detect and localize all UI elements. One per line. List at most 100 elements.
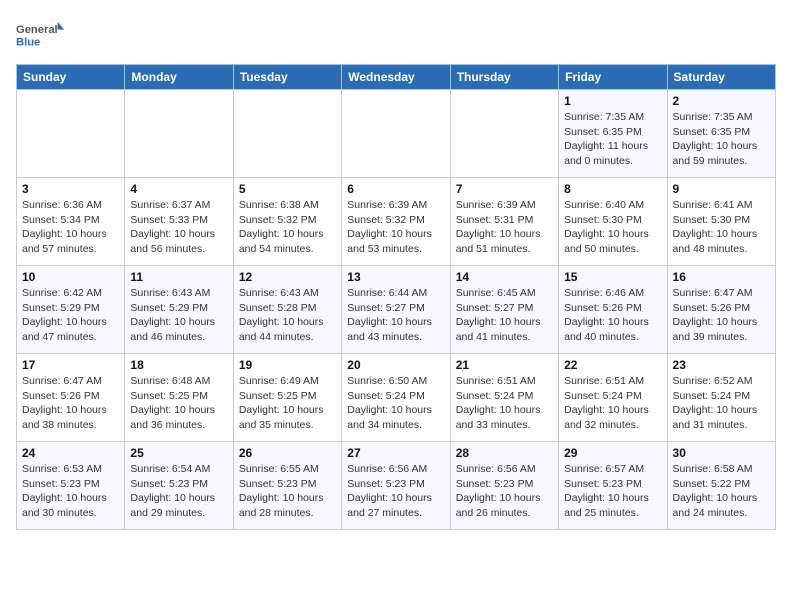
calendar-cell: 1 Sunrise: 7:35 AM Sunset: 6:35 PM Daylig… — [559, 90, 667, 178]
calendar-cell: 13Sunrise: 6:44 AM Sunset: 5:27 PM Dayli… — [342, 266, 450, 354]
day-info: Sunrise: 6:39 AM Sunset: 5:31 PM Dayligh… — [456, 198, 553, 257]
day-info: Sunrise: 6:52 AM Sunset: 5:24 PM Dayligh… — [673, 374, 770, 433]
day-number: 28 — [456, 446, 553, 460]
day-info: Sunrise: 6:47 AM Sunset: 5:26 PM Dayligh… — [673, 286, 770, 345]
calendar-cell: 6 Sunrise: 6:39 AM Sunset: 5:32 PM Daylig… — [342, 178, 450, 266]
calendar-cell: 29Sunrise: 6:57 AM Sunset: 5:23 PM Dayli… — [559, 442, 667, 530]
svg-text:Blue: Blue — [16, 37, 40, 49]
calendar-cell: 27 Sunrise: 6:56 AM Sunset: 5:23 PM Dayli… — [342, 442, 450, 530]
calendar-cell: 3Sunrise: 6:36 AM Sunset: 5:34 PM Daylig… — [17, 178, 125, 266]
day-number: 4 — [130, 182, 227, 196]
weekday-header-row: SundayMondayTuesdayWednesdayThursdayFrid… — [17, 65, 776, 90]
day-number: 2 — [673, 94, 770, 108]
day-info: Sunrise: 6:40 AM Sunset: 5:30 PM Dayligh… — [564, 198, 661, 257]
day-info: Sunrise: 6:58 AM Sunset: 5:22 PM Dayligh… — [673, 462, 770, 521]
calendar-cell: 24 Sunrise: 6:53 AM Sunset: 5:23 PM Dayli… — [17, 442, 125, 530]
week-row-2: 3Sunrise: 6:36 AM Sunset: 5:34 PM Daylig… — [17, 178, 776, 266]
calendar-cell: 5 Sunrise: 6:38 AM Sunset: 5:32 PM Daylig… — [233, 178, 341, 266]
day-info: Sunrise: 6:53 AM Sunset: 5:23 PM Dayligh… — [22, 462, 119, 521]
svg-text:General: General — [16, 24, 58, 36]
calendar-cell: 28 Sunrise: 6:56 AM Sunset: 5:23 PM Dayli… — [450, 442, 558, 530]
day-info: Sunrise: 6:41 AM Sunset: 5:30 PM Dayligh… — [673, 198, 770, 257]
calendar-cell: 8Sunrise: 6:40 AM Sunset: 5:30 PM Daylig… — [559, 178, 667, 266]
day-info: Sunrise: 6:56 AM Sunset: 5:23 PM Dayligh… — [347, 462, 444, 521]
day-info: Sunrise: 6:43 AM Sunset: 5:29 PM Dayligh… — [130, 286, 227, 345]
calendar-cell — [342, 90, 450, 178]
day-info: Sunrise: 6:51 AM Sunset: 5:24 PM Dayligh… — [456, 374, 553, 433]
calendar-cell: 20Sunrise: 6:50 AM Sunset: 5:24 PM Dayli… — [342, 354, 450, 442]
calendar-cell: 19 Sunrise: 6:49 AM Sunset: 5:25 PM Dayli… — [233, 354, 341, 442]
calendar-cell: 11 Sunrise: 6:43 AM Sunset: 5:29 PM Dayli… — [125, 266, 233, 354]
day-number: 29 — [564, 446, 661, 460]
day-info: Sunrise: 7:35 AM Sunset: 6:35 PM Dayligh… — [564, 110, 661, 169]
day-info: Sunrise: 6:48 AM Sunset: 5:25 PM Dayligh… — [130, 374, 227, 433]
day-number: 27 — [347, 446, 444, 460]
day-number: 23 — [673, 358, 770, 372]
day-number: 19 — [239, 358, 336, 372]
day-number: 16 — [673, 270, 770, 284]
day-number: 18 — [130, 358, 227, 372]
day-info: Sunrise: 6:37 AM Sunset: 5:33 PM Dayligh… — [130, 198, 227, 257]
calendar-cell: 2 Sunrise: 7:35 AM Sunset: 6:35 PM Daylig… — [667, 90, 775, 178]
weekday-header-wednesday: Wednesday — [342, 65, 450, 90]
day-number: 15 — [564, 270, 661, 284]
calendar-cell: 16 Sunrise: 6:47 AM Sunset: 5:26 PM Dayli… — [667, 266, 775, 354]
day-number: 9 — [673, 182, 770, 196]
calendar-cell: 17 Sunrise: 6:47 AM Sunset: 5:26 PM Dayli… — [17, 354, 125, 442]
calendar-cell: 18 Sunrise: 6:48 AM Sunset: 5:25 PM Dayli… — [125, 354, 233, 442]
day-number: 5 — [239, 182, 336, 196]
day-info: Sunrise: 6:50 AM Sunset: 5:24 PM Dayligh… — [347, 374, 444, 433]
calendar-cell: 22 Sunrise: 6:51 AM Sunset: 5:24 PM Dayli… — [559, 354, 667, 442]
day-info: Sunrise: 6:56 AM Sunset: 5:23 PM Dayligh… — [456, 462, 553, 521]
calendar-cell: 4 Sunrise: 6:37 AM Sunset: 5:33 PM Daylig… — [125, 178, 233, 266]
day-info: Sunrise: 6:43 AM Sunset: 5:28 PM Dayligh… — [239, 286, 336, 345]
calendar-cell: 15 Sunrise: 6:46 AM Sunset: 5:26 PM Dayli… — [559, 266, 667, 354]
weekday-header-saturday: Saturday — [667, 65, 775, 90]
day-info: Sunrise: 6:49 AM Sunset: 5:25 PM Dayligh… — [239, 374, 336, 433]
day-number: 21 — [456, 358, 553, 372]
day-number: 30 — [673, 446, 770, 460]
calendar-cell — [233, 90, 341, 178]
weekday-header-sunday: Sunday — [17, 65, 125, 90]
day-info: Sunrise: 6:46 AM Sunset: 5:26 PM Dayligh… — [564, 286, 661, 345]
calendar-cell: 26Sunrise: 6:55 AM Sunset: 5:23 PM Dayli… — [233, 442, 341, 530]
day-info: Sunrise: 6:39 AM Sunset: 5:32 PM Dayligh… — [347, 198, 444, 257]
calendar-table: SundayMondayTuesdayWednesdayThursdayFrid… — [16, 64, 776, 530]
calendar-cell: 14Sunrise: 6:45 AM Sunset: 5:27 PM Dayli… — [450, 266, 558, 354]
day-info: Sunrise: 7:35 AM Sunset: 6:35 PM Dayligh… — [673, 110, 770, 169]
day-info: Sunrise: 6:42 AM Sunset: 5:29 PM Dayligh… — [22, 286, 119, 345]
day-info: Sunrise: 6:54 AM Sunset: 5:23 PM Dayligh… — [130, 462, 227, 521]
week-row-4: 17 Sunrise: 6:47 AM Sunset: 5:26 PM Dayli… — [17, 354, 776, 442]
calendar-cell — [17, 90, 125, 178]
day-number: 6 — [347, 182, 444, 196]
calendar-cell: 12Sunrise: 6:43 AM Sunset: 5:28 PM Dayli… — [233, 266, 341, 354]
day-number: 3 — [22, 182, 119, 196]
logo: General Blue — [16, 16, 68, 56]
day-number: 17 — [22, 358, 119, 372]
day-number: 14 — [456, 270, 553, 284]
calendar-cell: 30 Sunrise: 6:58 AM Sunset: 5:22 PM Dayli… — [667, 442, 775, 530]
week-row-5: 24 Sunrise: 6:53 AM Sunset: 5:23 PM Dayli… — [17, 442, 776, 530]
day-number: 25 — [130, 446, 227, 460]
weekday-header-thursday: Thursday — [450, 65, 558, 90]
calendar-cell: 7 Sunrise: 6:39 AM Sunset: 5:31 PM Daylig… — [450, 178, 558, 266]
weekday-header-monday: Monday — [125, 65, 233, 90]
calendar-cell — [450, 90, 558, 178]
day-info: Sunrise: 6:55 AM Sunset: 5:23 PM Dayligh… — [239, 462, 336, 521]
day-info: Sunrise: 6:51 AM Sunset: 5:24 PM Dayligh… — [564, 374, 661, 433]
calendar-cell: 23 Sunrise: 6:52 AM Sunset: 5:24 PM Dayli… — [667, 354, 775, 442]
day-number: 1 — [564, 94, 661, 108]
week-row-3: 10 Sunrise: 6:42 AM Sunset: 5:29 PM Dayli… — [17, 266, 776, 354]
day-number: 24 — [22, 446, 119, 460]
calendar-cell: 25 Sunrise: 6:54 AM Sunset: 5:23 PM Dayli… — [125, 442, 233, 530]
day-info: Sunrise: 6:38 AM Sunset: 5:32 PM Dayligh… — [239, 198, 336, 257]
day-number: 7 — [456, 182, 553, 196]
weekday-header-friday: Friday — [559, 65, 667, 90]
day-number: 11 — [130, 270, 227, 284]
day-number: 13 — [347, 270, 444, 284]
day-number: 10 — [22, 270, 119, 284]
weekday-header-tuesday: Tuesday — [233, 65, 341, 90]
day-info: Sunrise: 6:47 AM Sunset: 5:26 PM Dayligh… — [22, 374, 119, 433]
calendar-cell: 10 Sunrise: 6:42 AM Sunset: 5:29 PM Dayli… — [17, 266, 125, 354]
day-number: 22 — [564, 358, 661, 372]
